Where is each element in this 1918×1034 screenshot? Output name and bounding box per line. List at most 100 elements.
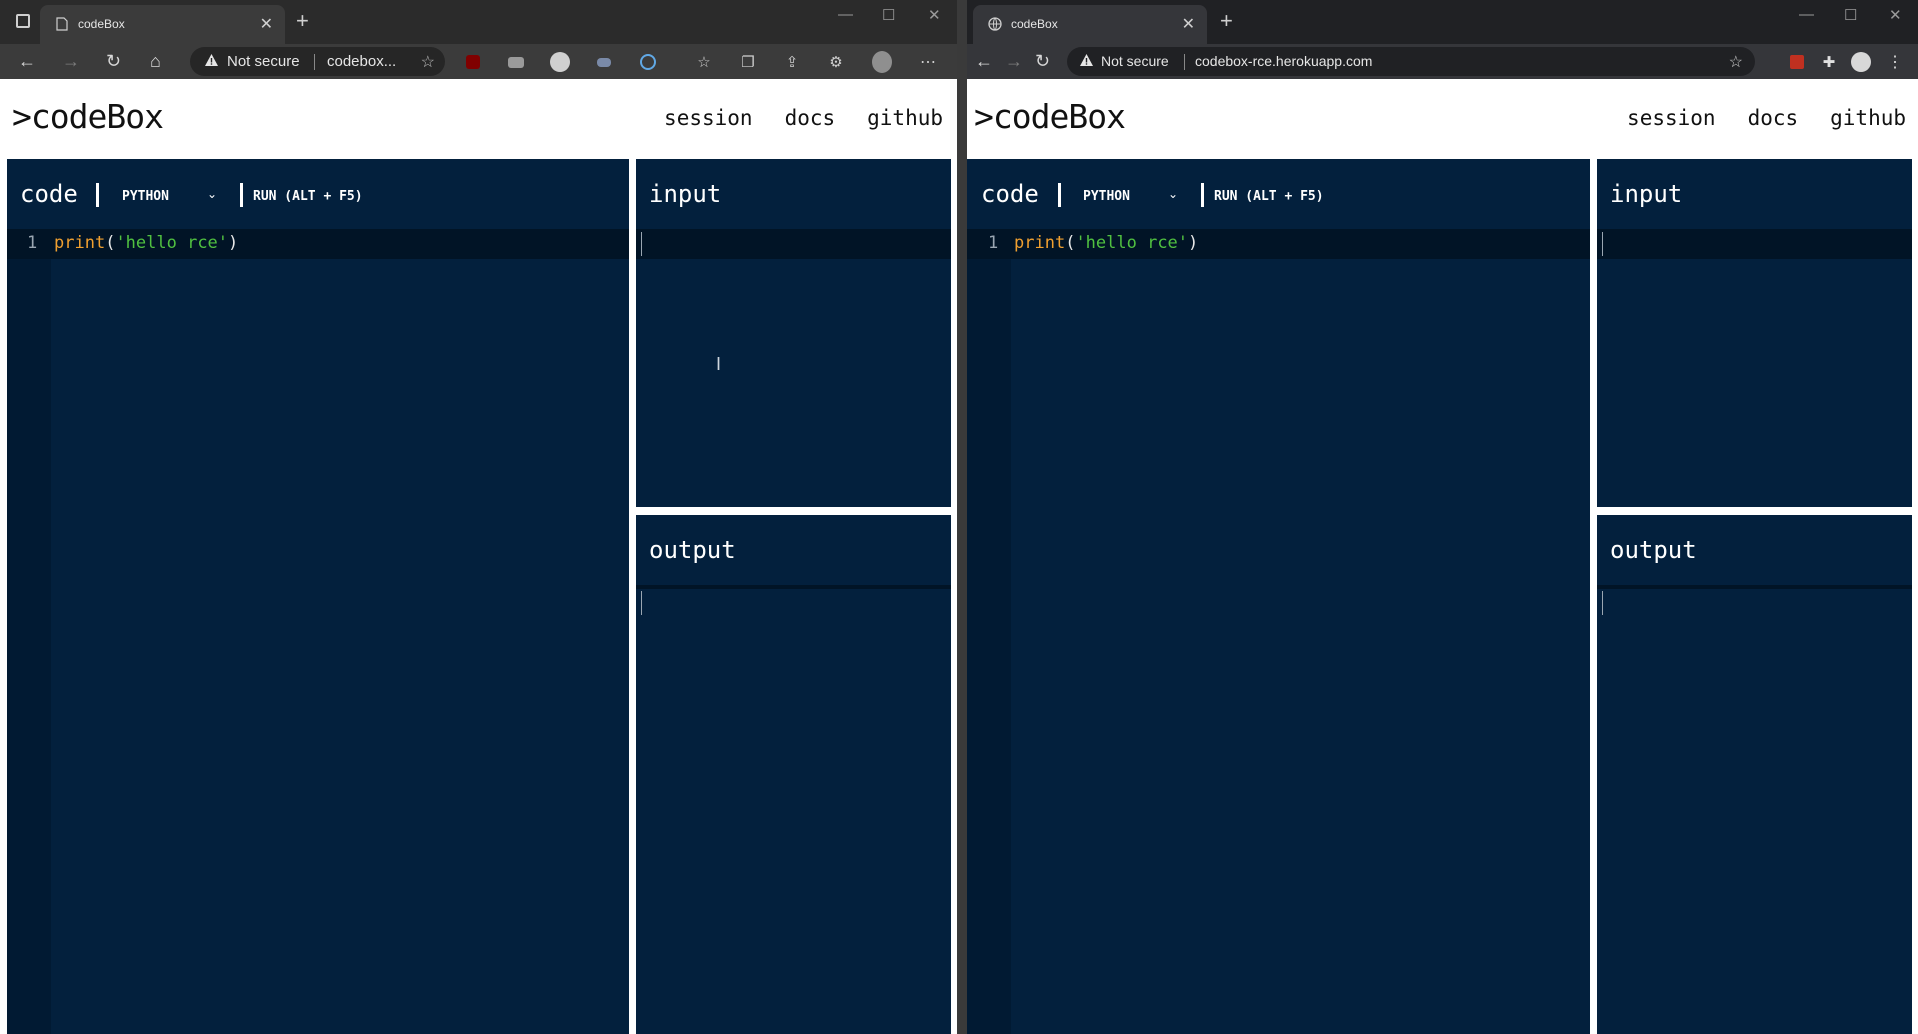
bookmark-star-icon[interactable]: ☆ (1729, 52, 1743, 72)
ublock-icon[interactable] (463, 52, 483, 72)
tab-bar: codeBox ✕ + — ☐ ✕ (0, 0, 957, 44)
home-icon[interactable]: ⌂ (150, 51, 161, 71)
separator (1058, 183, 1061, 207)
text-cursor (641, 591, 642, 615)
edge-window: codeBox ✕ + — ☐ ✕ ← → ↻ ⌂ Not secure cod… (0, 0, 957, 1034)
site-logo[interactable]: >codeBox (12, 97, 164, 136)
profile-icon[interactable] (872, 51, 892, 73)
extension-icon[interactable] (1787, 52, 1807, 72)
tab-title: codeBox (78, 17, 125, 31)
code-editor-line[interactable]: print('hello rce') (1014, 233, 1198, 253)
forward-icon[interactable]: → (62, 51, 80, 71)
favorites-icon[interactable]: ☆ (694, 52, 714, 72)
separator (1201, 183, 1204, 207)
extension-icon[interactable] (506, 52, 526, 72)
minimize-button[interactable]: — (1799, 6, 1814, 23)
new-tab-button[interactable]: + (1220, 10, 1233, 32)
omnibox-separator (1184, 54, 1185, 70)
ibeam-cursor-icon: I (716, 354, 722, 374)
extensions-icon[interactable]: ✚ (1819, 52, 1839, 72)
maximize-button[interactable]: ☐ (882, 6, 895, 24)
language-select[interactable]: PYTHON (1083, 189, 1130, 204)
chevron-down-icon[interactable]: ⌄ (207, 187, 217, 201)
forward-icon[interactable]: → (1005, 51, 1023, 71)
output-panel: output (636, 515, 951, 1034)
top-nav: session docs github (664, 106, 943, 130)
more-icon[interactable]: ⋮ (1885, 52, 1905, 72)
warning-icon (204, 53, 219, 71)
site-logo[interactable]: >codeBox (974, 97, 1126, 136)
line-gutter (967, 229, 1011, 1034)
close-icon[interactable]: ✕ (260, 14, 273, 34)
code-panel: code PYTHON ⌄ RUN (ALT + F5) 1 print('he… (967, 159, 1590, 1034)
minimize-button[interactable]: — (838, 6, 853, 23)
warning-icon (1079, 53, 1094, 71)
window-divider[interactable] (957, 0, 967, 1034)
language-select[interactable]: PYTHON (122, 189, 169, 204)
url-text[interactable]: codebox-rce.herokuapp.com (1195, 53, 1372, 69)
page-icon (54, 16, 70, 32)
back-icon[interactable]: ← (975, 51, 993, 71)
input-line[interactable] (636, 229, 951, 259)
output-divider (1597, 585, 1912, 589)
output-divider (636, 585, 951, 589)
run-button[interactable]: RUN (ALT + F5) (253, 189, 363, 204)
globe-icon (987, 16, 1003, 32)
react-devtools-icon[interactable] (638, 52, 658, 72)
code-editor-line[interactable]: print('hello rce') (54, 233, 238, 253)
nav-docs[interactable]: docs (1748, 106, 1799, 130)
tab-codebox[interactable]: codeBox ✕ (973, 5, 1207, 44)
run-button[interactable]: RUN (ALT + F5) (1214, 189, 1324, 204)
close-window-button[interactable]: ✕ (1889, 6, 1902, 24)
nav-github[interactable]: github (867, 106, 943, 130)
more-icon[interactable]: ⋯ (918, 52, 938, 72)
extension-icon[interactable] (550, 52, 570, 72)
back-icon[interactable]: ← (18, 51, 36, 71)
toolbar: ← → ↻ ⌂ Not secure codebox... ☆ ☆ ❐ ⇪ ⚙ … (0, 44, 957, 79)
input-panel-title: input (649, 180, 722, 208)
close-icon[interactable]: ✕ (1182, 14, 1195, 34)
text-cursor (1602, 232, 1603, 256)
separator (240, 183, 243, 207)
collections-icon[interactable]: ❐ (738, 52, 758, 72)
chrome-window: codeBox ✕ + — ☐ ✕ ← → ↻ Not secure codeb… (967, 0, 1918, 1034)
extensions-icon[interactable]: ⚙ (826, 52, 846, 72)
address-bar[interactable]: Not secure codebox... ☆ (190, 47, 445, 76)
text-cursor (641, 232, 642, 256)
code-panel: code PYTHON ⌄ RUN (ALT + F5) 1 print('he… (7, 159, 629, 1034)
reload-icon[interactable]: ↻ (106, 51, 121, 71)
security-label: Not secure (1101, 53, 1169, 69)
input-panel-title: input (1610, 180, 1683, 208)
address-bar[interactable]: Not secure codebox-rce.herokuapp.com ☆ (1067, 47, 1755, 76)
close-window-button[interactable]: ✕ (928, 6, 941, 24)
code-open-paren: ( (1065, 233, 1076, 253)
toolbar: ← → ↻ Not secure codebox-rce.herokuapp.c… (967, 44, 1918, 79)
code-fn: print (1014, 233, 1066, 253)
tab-actions-icon[interactable] (16, 14, 30, 28)
line-gutter (7, 229, 51, 1034)
new-tab-button[interactable]: + (296, 10, 309, 32)
share-icon[interactable]: ⇪ (782, 52, 802, 72)
nav-github[interactable]: github (1830, 106, 1906, 130)
output-panel-title: output (1610, 536, 1697, 564)
code-close-paren: ) (228, 233, 239, 253)
nav-session[interactable]: session (1627, 106, 1716, 130)
profile-icon[interactable] (1851, 52, 1871, 72)
input-line[interactable] (1597, 229, 1912, 259)
extension-icon[interactable] (594, 52, 614, 72)
nav-docs[interactable]: docs (785, 106, 836, 130)
maximize-button[interactable]: ☐ (1844, 6, 1857, 24)
add-favorite-icon[interactable]: ☆ (421, 52, 435, 72)
input-panel: input (1597, 159, 1912, 507)
reload-icon[interactable]: ↻ (1035, 51, 1050, 71)
url-text[interactable]: codebox... (327, 53, 396, 70)
chevron-down-icon[interactable]: ⌄ (1168, 187, 1178, 201)
top-nav: session docs github (1627, 106, 1906, 130)
code-open-paren: ( (105, 233, 116, 253)
code-panel-title: code (981, 180, 1039, 208)
code-panel-title: code (20, 180, 78, 208)
output-panel: output (1597, 515, 1912, 1034)
tab-codebox[interactable]: codeBox ✕ (40, 5, 285, 44)
nav-session[interactable]: session (664, 106, 753, 130)
code-string: 'hello rce' (1075, 233, 1189, 253)
